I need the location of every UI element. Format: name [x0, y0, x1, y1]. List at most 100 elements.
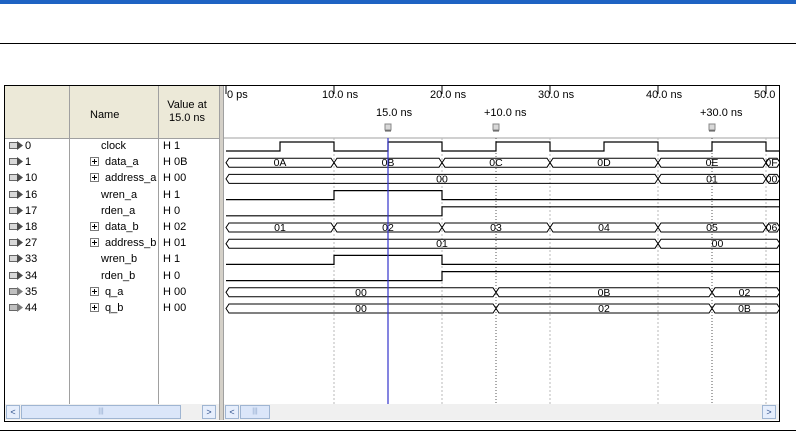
signal-row-clock[interactable]: 0 clock H 1	[5, 138, 219, 154]
bus-value-label: 00	[355, 287, 367, 299]
scroll-thumb[interactable]: |||	[21, 405, 181, 419]
bus-value-label: 01	[706, 173, 718, 185]
input-pin-icon	[9, 270, 23, 280]
time-marker-label: +30.0 ns	[700, 107, 743, 119]
signal-row-q-b[interactable]: 44 q_b H 00	[5, 300, 219, 316]
top-rule	[0, 43, 796, 44]
bus-value-label: 00	[766, 173, 778, 185]
signal-value: H 1	[163, 253, 181, 266]
bus-value-label: 02	[598, 303, 610, 315]
signal-index: 44	[25, 302, 38, 314]
signal-value: H 00	[163, 285, 187, 298]
scroll-left-button[interactable]: <	[225, 405, 239, 419]
expand-plus-icon[interactable]	[90, 303, 99, 312]
signal-index: 18	[25, 221, 38, 233]
signal-index: 16	[25, 188, 38, 201]
waveform-wren-b	[226, 254, 779, 265]
scroll-right-button[interactable]: >	[762, 405, 776, 419]
expand-plus-icon[interactable]	[90, 173, 99, 183]
bus-value-label: 0F	[765, 157, 777, 169]
input-pin-icon	[9, 238, 23, 248]
tick-label: 20.0 ns	[430, 89, 467, 101]
signal-row-q-a[interactable]: 35 q_a H 00	[5, 284, 219, 300]
waveform-wren-a	[226, 190, 779, 201]
expand-plus-icon[interactable]	[90, 238, 99, 248]
bus-value-label: 0B	[738, 303, 751, 315]
output-pin-icon	[9, 286, 23, 296]
signal-row-rden-a[interactable]: 17 rden_a H 0	[5, 203, 219, 219]
value-column-header[interactable]: Value at 15.0 ns	[158, 99, 216, 125]
signal-row-address-b[interactable]: 27 address_b H 01	[5, 235, 219, 251]
signal-row-data-b[interactable]: 18 data_b H 02	[5, 219, 219, 235]
input-pin-icon	[9, 189, 23, 199]
tick-label: 30.0 ns	[538, 89, 575, 101]
expand-plus-icon[interactable]	[90, 286, 99, 296]
signal-name: address_a	[105, 172, 157, 185]
signal-value: H 00	[163, 172, 187, 185]
bus-value-label: 0B	[598, 287, 611, 299]
bus-value-label: 0D	[597, 157, 611, 169]
scroll-left-button[interactable]: <	[6, 405, 20, 419]
signal-name: data_a	[105, 156, 139, 169]
scroll-right-button[interactable]: >	[202, 405, 216, 419]
input-pin-icon	[9, 157, 23, 167]
signal-value: H 0B	[163, 156, 188, 169]
input-pin-icon	[9, 173, 23, 183]
signal-row-address-a[interactable]: 10 address_a H 00	[5, 170, 219, 186]
time-marker-label: +10.0 ns	[484, 107, 527, 119]
signal-name: data_b	[105, 221, 139, 233]
bus-value-label: 0E	[706, 157, 719, 169]
waveform-pane[interactable]: 0 ps 10.0 ns 20.0 ns 30.0 ns 40.0 ns 50.0 ns 1…	[224, 86, 779, 404]
input-pin-icon	[9, 254, 23, 264]
tick-label: 0 ps	[227, 89, 248, 101]
name-column-header[interactable]: Name	[90, 109, 119, 121]
tick-label: 40.0 ns	[646, 89, 683, 101]
input-pin-icon	[9, 222, 23, 231]
bus-value-label: 06	[766, 222, 778, 234]
signal-index: 10	[25, 172, 38, 185]
bus-value-label: 01	[436, 238, 448, 250]
tick-label: 50.0 ns	[754, 89, 779, 101]
bus-value-label: 03	[490, 222, 502, 234]
signal-index: 1	[25, 156, 32, 169]
signal-index: 0	[25, 140, 32, 152]
output-pin-icon	[9, 303, 23, 312]
signal-list-scrollbar[interactable]: < ||| >	[5, 404, 219, 420]
bus-value-label: 01	[274, 222, 286, 234]
scroll-thumb[interactable]: |||	[240, 405, 270, 419]
bus-value-label: 05	[706, 222, 718, 234]
signal-row-wren-a[interactable]: 16 wren_a H 1	[5, 187, 219, 203]
expand-plus-icon[interactable]	[90, 222, 99, 231]
signal-name: clock	[101, 140, 127, 152]
bus-value-label: 04	[598, 222, 610, 234]
signal-row-rden-b[interactable]: 34 rden_b H 0	[5, 268, 219, 284]
signal-row-data-a[interactable]: 1 data_a H 0B	[5, 154, 219, 170]
signal-name: rden_a	[101, 204, 136, 217]
input-pin-icon	[9, 205, 23, 215]
signal-name: rden_b	[101, 269, 136, 282]
signal-value: H 0	[163, 204, 181, 217]
signal-name: q_b	[105, 302, 124, 314]
waveform-editor: Name Value at 15.0 ns 0 clock H 1 1 data_a H …	[4, 85, 780, 422]
signal-row-wren-b[interactable]: 33 wren_b H 1	[5, 251, 219, 267]
bus-value-label: 00	[355, 303, 367, 315]
signal-name: wren_a	[101, 188, 138, 201]
time-marker-label: 15.0 ns	[376, 107, 413, 119]
signal-index: 17	[25, 204, 38, 217]
signal-value: H 1	[163, 140, 181, 152]
waveform-scrollbar[interactable]: < ||| >	[224, 404, 779, 420]
marker-handle-icon	[384, 123, 392, 131]
bottom-rule	[0, 430, 796, 431]
waveform-rden-b	[226, 271, 779, 282]
expand-plus-icon[interactable]	[90, 157, 99, 167]
signal-value: H 0	[163, 269, 181, 282]
waveform-canvas[interactable]: 0 ps 10.0 ns 20.0 ns 30.0 ns 40.0 ns 50.0 ns 1…	[224, 86, 779, 404]
tick-label: 10.0 ns	[322, 89, 359, 101]
signal-value: H 02	[163, 221, 187, 233]
signal-list-header: Name Value at 15.0 ns	[5, 86, 219, 139]
signal-index: 34	[25, 269, 38, 282]
signal-name: wren_b	[101, 253, 138, 266]
signal-name: address_b	[105, 237, 157, 250]
signal-index: 27	[25, 237, 38, 250]
bus-value-label: 00	[436, 173, 448, 185]
